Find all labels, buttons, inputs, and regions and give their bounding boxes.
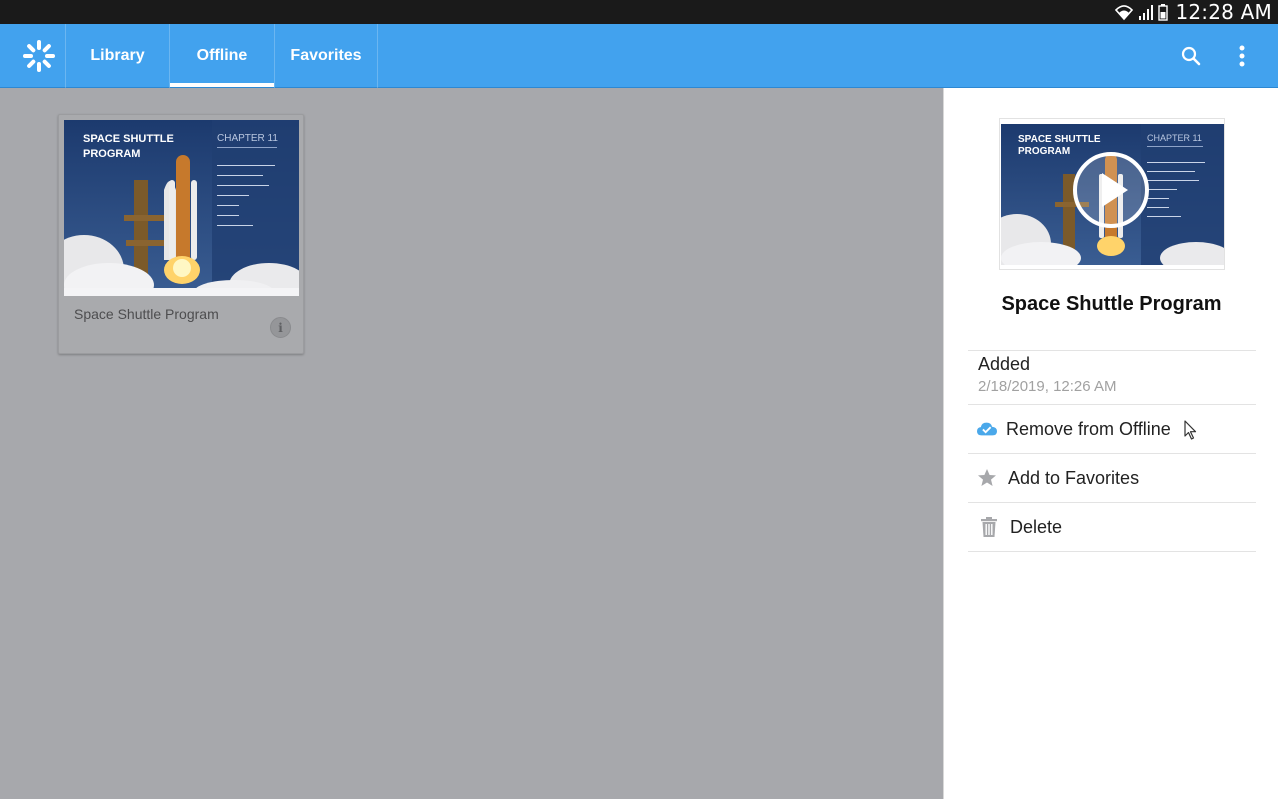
delete-label: Delete — [1010, 516, 1063, 537]
tab-library[interactable]: Library — [66, 24, 169, 87]
thumbnail-chapter: CHAPTER 11 — [217, 133, 278, 144]
mouse-cursor-icon — [1184, 420, 1197, 440]
status-time: 12:28 AM — [1175, 0, 1272, 24]
thumbnail-chapter-rule — [217, 147, 277, 148]
search-button[interactable] — [1175, 40, 1207, 72]
trash-icon — [981, 517, 997, 537]
app-bar: Library Offline Favorites — [0, 24, 1278, 88]
preview-chapter-rule — [1147, 146, 1203, 147]
tab-favorites[interactable]: Favorites — [275, 24, 377, 87]
star-icon — [978, 469, 996, 486]
tab-offline[interactable]: Offline — [170, 24, 274, 87]
overflow-menu-button[interactable] — [1226, 40, 1258, 72]
battery-icon — [1158, 4, 1169, 21]
thumbnail-text-lines — [217, 165, 279, 226]
offline-grid: SPACE SHUTTLE PROGRAM CHAPTER 11 Space S… — [0, 88, 943, 799]
delete-button[interactable]: Delete — [968, 503, 1256, 551]
signal-icon — [1139, 5, 1154, 20]
thumbnail-heading-line2: PROGRAM — [83, 148, 141, 160]
divider — [968, 551, 1256, 552]
remove-from-offline-button[interactable]: Remove from Offline — [968, 405, 1256, 453]
play-icon[interactable] — [1072, 151, 1150, 229]
media-card-title: Space Shuttle Program — [74, 306, 219, 322]
added-date: 2/18/2019, 12:26 AM — [978, 378, 1117, 395]
status-bar: 12:28 AM — [0, 0, 1278, 24]
info-icon: i — [278, 320, 283, 335]
wifi-icon — [1115, 5, 1134, 21]
added-label: Added — [978, 354, 1031, 374]
kaltura-logo-icon[interactable] — [20, 37, 58, 75]
remove-from-offline-label: Remove from Offline — [1006, 418, 1171, 439]
overflow-menu-icon — [1239, 45, 1245, 67]
media-preview[interactable]: SPACE SHUTTLE PROGRAM CHAPTER 11 — [999, 118, 1225, 270]
add-to-favorites-button[interactable]: Add to Favorites — [968, 454, 1256, 502]
thumbnail-heading-line1: SPACE SHUTTLE — [83, 133, 174, 145]
preview-text-lines — [1147, 162, 1207, 217]
divider — [968, 350, 1256, 351]
preview-heading-line2: PROGRAM — [1018, 146, 1071, 157]
preview-heading-line1: SPACE SHUTTLE — [1018, 134, 1101, 145]
media-thumbnail[interactable]: SPACE SHUTTLE PROGRAM CHAPTER 11 — [64, 120, 299, 296]
add-to-favorites-label: Add to Favorites — [1008, 467, 1140, 488]
media-title: Space Shuttle Program — [1001, 293, 1222, 315]
cloud-check-icon — [977, 422, 997, 436]
search-icon — [1181, 46, 1201, 66]
preview-chapter: CHAPTER 11 — [1147, 133, 1202, 143]
media-card[interactable]: SPACE SHUTTLE PROGRAM CHAPTER 11 Space S… — [58, 114, 304, 354]
details-panel: SPACE SHUTTLE PROGRAM CHAPTER 11 Space S… — [943, 88, 1278, 799]
info-button[interactable]: i — [270, 317, 291, 338]
